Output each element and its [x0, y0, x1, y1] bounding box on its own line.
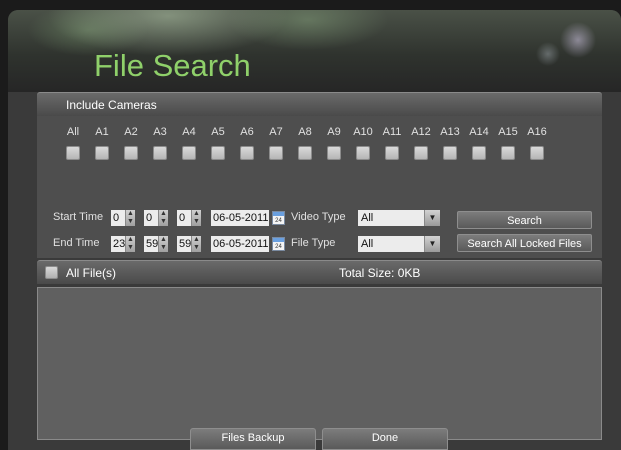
end-second-spinner[interactable]: 59 ▲ ▼ [177, 236, 201, 252]
start-hour-spinner[interactable]: 0 ▲ ▼ [111, 210, 135, 226]
end-second-value: 59 [179, 238, 192, 250]
page-title: File Search [94, 48, 251, 83]
calendar-icon[interactable]: 24 [272, 237, 285, 251]
file-list-header: All File(s) Total Size: 0KB [37, 260, 602, 284]
start-time-label: Start Time [53, 211, 104, 223]
spinner-arrows-icon[interactable]: ▲ ▼ [191, 236, 201, 252]
camera-label: All [66, 126, 80, 138]
camera-option-a3[interactable]: A3 [146, 126, 174, 160]
file-search-window: File Search Include Cameras All File(s) … [8, 10, 621, 450]
spinner-arrows-icon[interactable]: ▲ ▼ [125, 236, 135, 252]
camera-label: A11 [382, 126, 402, 138]
search-locked-files-button[interactable]: Search All Locked Files [457, 234, 592, 252]
camera-label: A1 [95, 126, 109, 138]
camera-checkbox[interactable] [182, 146, 196, 160]
done-button[interactable]: Done [322, 428, 448, 450]
end-time-label: End Time [53, 237, 100, 249]
camera-checkbox[interactable] [153, 146, 167, 160]
end-minute-value: 59 [146, 238, 159, 250]
video-type-value: All [361, 212, 374, 224]
camera-label: A2 [124, 126, 138, 138]
start-minute-value: 0 [146, 212, 153, 224]
camera-label: A10 [353, 126, 373, 138]
start-minute-spinner[interactable]: 0 ▲ ▼ [144, 210, 168, 226]
camera-checkbox[interactable] [269, 146, 283, 160]
video-type-select[interactable]: All ▼ [358, 210, 440, 226]
camera-label: A6 [240, 126, 254, 138]
file-list[interactable] [37, 287, 602, 440]
camera-label: A12 [411, 126, 431, 138]
camera-checkbox[interactable] [124, 146, 138, 160]
include-cameras-label: Include Cameras [66, 98, 157, 112]
end-date-field[interactable]: 06-05-2011 [211, 236, 269, 252]
camera-option-a9[interactable]: A9 [320, 126, 348, 160]
spinner-arrows-icon[interactable]: ▲ ▼ [125, 210, 135, 226]
camera-checkbox[interactable] [211, 146, 225, 160]
camera-checkbox[interactable] [240, 146, 254, 160]
all-files-label: All File(s) [66, 266, 116, 280]
camera-option-a2[interactable]: A2 [117, 126, 145, 160]
dropdown-arrow-icon[interactable]: ▼ [424, 210, 440, 226]
camera-label: A5 [211, 126, 225, 138]
camera-label: A8 [298, 126, 312, 138]
camera-label: A9 [327, 126, 341, 138]
camera-checkbox[interactable] [298, 146, 312, 160]
end-minute-spinner[interactable]: 59 ▲ ▼ [144, 236, 168, 252]
total-size-label: Total Size: 0KB [339, 266, 421, 280]
camera-option-a16[interactable]: A16 [523, 126, 551, 160]
camera-option-a5[interactable]: A5 [204, 126, 232, 160]
camera-option-a15[interactable]: A15 [494, 126, 522, 160]
camera-option-all[interactable]: All [59, 126, 87, 160]
camera-checkbox[interactable] [95, 146, 109, 160]
files-backup-button[interactable]: Files Backup [190, 428, 316, 450]
camera-checkbox[interactable] [501, 146, 515, 160]
search-button[interactable]: Search [457, 211, 592, 229]
spinner-arrows-icon[interactable]: ▲ ▼ [158, 236, 168, 252]
camera-option-a13[interactable]: A13 [436, 126, 464, 160]
camera-option-a7[interactable]: A7 [262, 126, 290, 160]
camera-option-a10[interactable]: A10 [349, 126, 377, 160]
file-type-value: All [361, 238, 374, 250]
start-hour-value: 0 [113, 212, 120, 224]
camera-option-a14[interactable]: A14 [465, 126, 493, 160]
include-cameras-bar: Include Cameras [37, 92, 602, 116]
file-type-select[interactable]: All ▼ [358, 236, 440, 252]
camera-option-a12[interactable]: A12 [407, 126, 435, 160]
camera-checkbox[interactable] [472, 146, 486, 160]
end-hour-value: 23 [113, 238, 126, 250]
camera-checkbox[interactable] [530, 146, 544, 160]
calendar-icon[interactable]: 24 [272, 211, 285, 225]
camera-checkbox[interactable] [385, 146, 399, 160]
camera-label: A4 [182, 126, 196, 138]
camera-checkbox[interactable] [443, 146, 457, 160]
camera-option-a11[interactable]: A11 [378, 126, 406, 160]
start-second-spinner[interactable]: 0 ▲ ▼ [177, 210, 201, 226]
camera-checkbox[interactable] [356, 146, 370, 160]
camera-option-a4[interactable]: A4 [175, 126, 203, 160]
spinner-arrows-icon[interactable]: ▲ ▼ [191, 210, 201, 226]
camera-option-a6[interactable]: A6 [233, 126, 261, 160]
camera-label: A16 [527, 126, 547, 138]
start-second-value: 0 [179, 212, 186, 224]
spinner-arrows-icon[interactable]: ▲ ▼ [158, 210, 168, 226]
start-date-field[interactable]: 06-05-2011 [211, 210, 269, 226]
end-hour-spinner[interactable]: 23 ▲ ▼ [111, 236, 135, 252]
camera-option-a8[interactable]: A8 [291, 126, 319, 160]
camera-label: A7 [269, 126, 283, 138]
all-files-checkbox[interactable] [45, 266, 58, 279]
video-type-label: Video Type [291, 211, 346, 223]
camera-checkbox[interactable] [414, 146, 428, 160]
camera-label: A14 [469, 126, 489, 138]
camera-checkbox[interactable] [66, 146, 80, 160]
camera-checkbox[interactable] [327, 146, 341, 160]
file-type-label: File Type [291, 237, 336, 249]
camera-option-a1[interactable]: A1 [88, 126, 116, 160]
camera-label: A15 [498, 126, 518, 138]
dropdown-arrow-icon[interactable]: ▼ [424, 236, 440, 252]
camera-label: A3 [153, 126, 167, 138]
camera-label: A13 [440, 126, 460, 138]
